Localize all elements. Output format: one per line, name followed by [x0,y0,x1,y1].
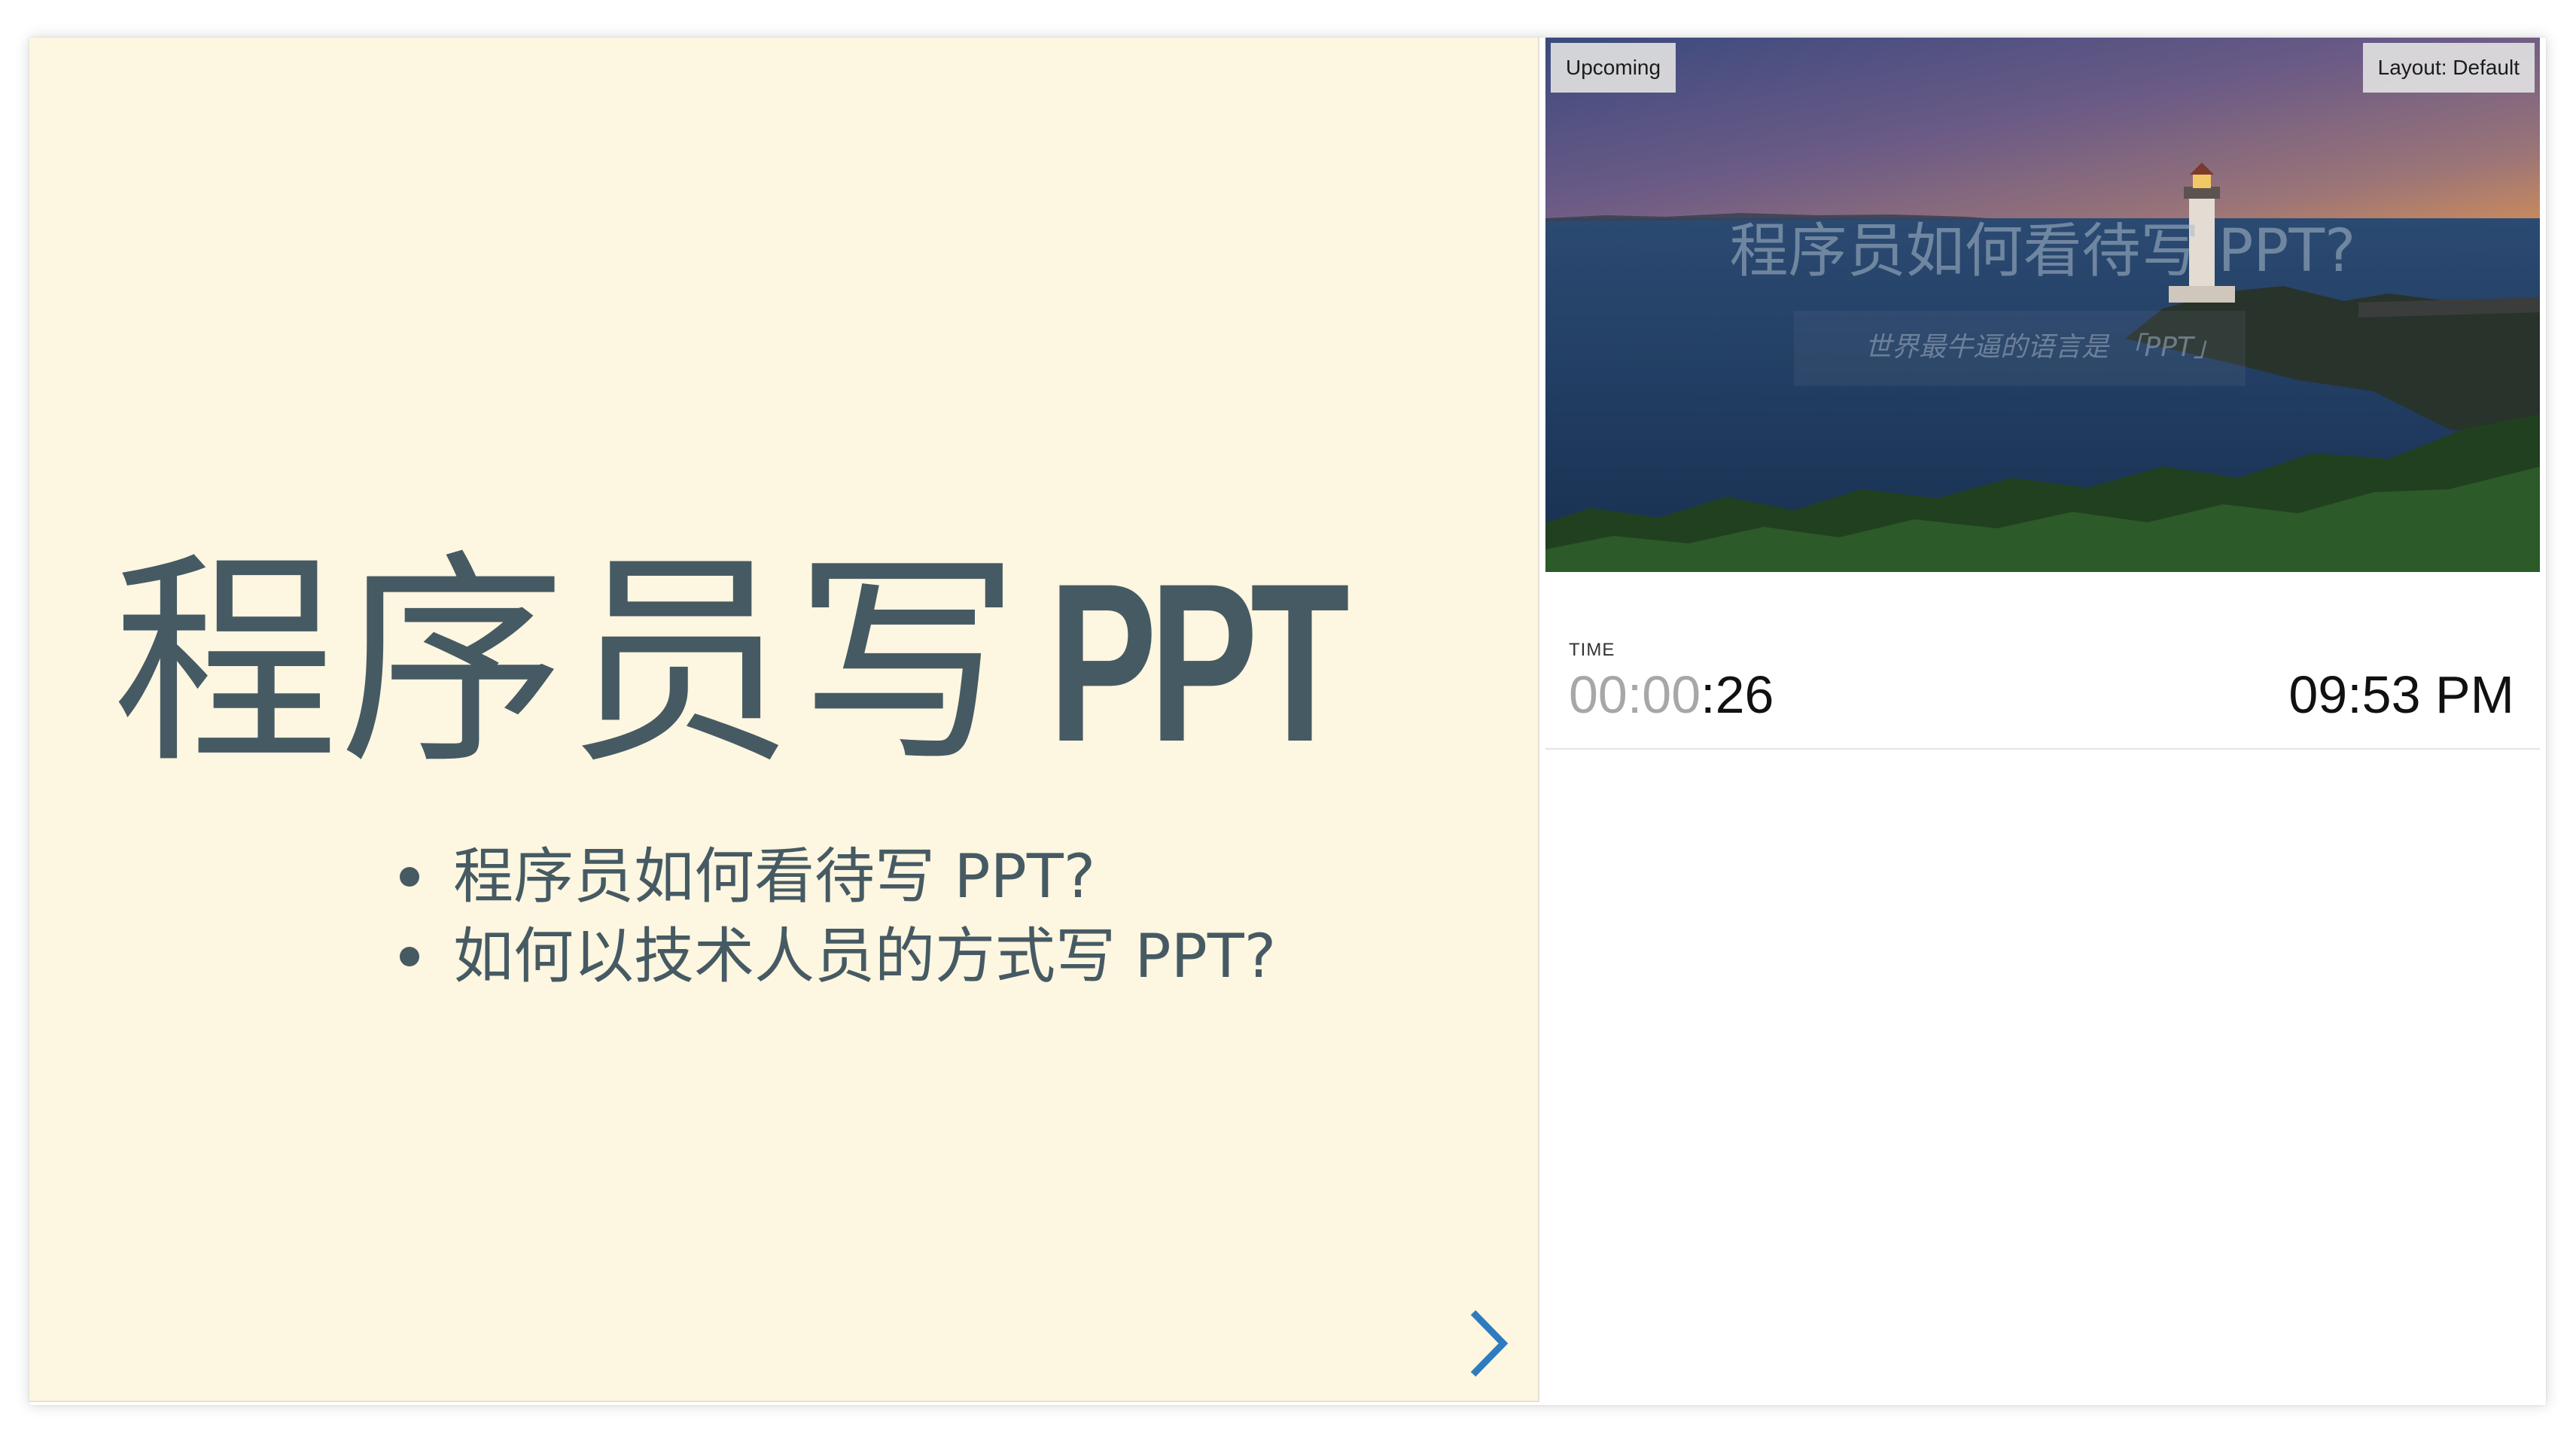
speaker-panel: 程序员如何看待写 PPT? 世界最牛逼的语言是 「PPT」 Upcoming L… [1545,38,2546,1405]
slide-title-cjk: 程序员写 [112,531,1022,794]
slide-bullet-text: 程序员如何看待写 PPT? [453,841,1096,911]
chevron-right-icon [1470,1310,1509,1377]
layout-selector-button[interactable]: Layout: Default [2362,43,2535,93]
upcoming-label: Upcoming [1551,43,1676,93]
elapsed-timer-hours-minutes: 00:00 [1569,665,1701,724]
speaker-view-window: 程序员写PPT 程序员如何看待写 PPT? 如何以技术人员的方式写 PPT? [29,38,2546,1405]
slide-title: 程序员写 PPT [29,519,1539,806]
upcoming-slide-preview[interactable]: 程序员如何看待写 PPT? 世界最牛逼的语言是 「PPT」 Upcoming L… [1545,38,2540,572]
slide-bullet-list: 程序员如何看待写 PPT? 如何以技术人员的方式写 PPT? [367,837,1276,996]
slide-bullet-text: 如何以技术人员的方式写 PPT? [453,921,1277,991]
elapsed-timer-seconds: :26 [1701,665,1774,724]
current-clock: 09:53 PM [2288,665,2514,724]
upcoming-slide-title: 程序员如何看待写 PPT? [1729,218,2356,285]
upcoming-slide-subtitle: 世界最牛逼的语言是 「PPT」 [1865,332,2221,363]
slide-bullet-item: 如何以技术人员的方式写 PPT? [367,917,1276,996]
bullet-dot-icon [400,867,419,887]
elapsed-timer[interactable]: 00:00:26 [1569,661,1774,729]
time-section: TIME 00:00:26 09:53 PM [1545,572,2540,750]
time-label: TIME [1569,640,1615,660]
next-slide-button[interactable] [1460,1302,1520,1385]
slide-title-latin: PPT [1049,536,1350,789]
lighthouse-background-image [1545,38,2540,572]
bullet-dot-icon [400,947,419,966]
current-slide: 程序员写 PPT 程序员如何看待写 PPT? 如何以技术人员的方式写 PPT? [29,38,1539,1402]
slide-bullet-item: 程序员如何看待写 PPT? [367,837,1276,917]
